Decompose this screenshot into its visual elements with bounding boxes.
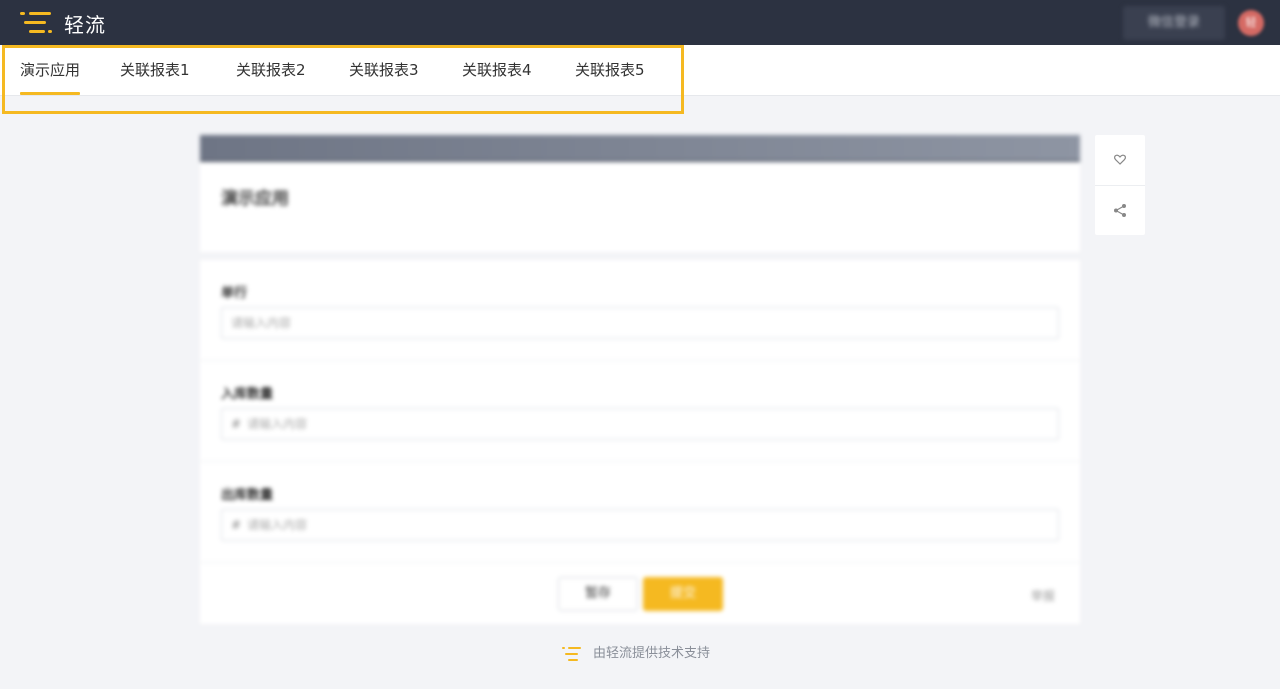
tab-related-report-3[interactable]: 关联报表3 bbox=[349, 45, 419, 95]
form-card: 单行 请输入内容 入库数量 # 请输入内容 出库数量 # 请输入内容 暂存 提交 举… bbox=[200, 260, 1080, 624]
input-placeholder: 请输入内容 bbox=[231, 316, 292, 330]
side-action-panel bbox=[1095, 135, 1145, 235]
input-placeholder: 请输入内容 bbox=[247, 417, 308, 431]
tab-related-report-5[interactable]: 关联报表5 bbox=[575, 45, 645, 95]
favorite-button[interactable] bbox=[1095, 135, 1145, 185]
share-icon bbox=[1114, 204, 1126, 217]
brand-name: 轻流 bbox=[64, 13, 106, 37]
form-actions: 暂存 提交 举报 bbox=[200, 563, 1080, 624]
field-single-line: 单行 请输入内容 bbox=[200, 260, 1080, 361]
number-icon: # bbox=[231, 518, 242, 532]
wechat-login-button[interactable]: 微信登录 bbox=[1123, 6, 1225, 40]
number-icon: # bbox=[231, 417, 242, 431]
single-line-input[interactable]: 请输入内容 bbox=[221, 307, 1059, 339]
form-banner bbox=[200, 135, 1080, 162]
top-bar: 轻流 微信登录 轻 bbox=[0, 0, 1280, 45]
outbound-quantity-input[interactable]: # 请输入内容 bbox=[221, 509, 1059, 541]
heart-icon bbox=[1113, 154, 1127, 165]
form-title: 演示应用 bbox=[221, 189, 289, 209]
field-label: 入库数量 bbox=[221, 387, 274, 402]
avatar[interactable]: 轻 bbox=[1238, 10, 1264, 36]
qingflow-logo-icon[interactable] bbox=[20, 11, 54, 35]
powered-by-text: 由轻流提供技术支持 bbox=[593, 646, 711, 661]
tab-related-report-2[interactable]: 关联报表2 bbox=[236, 45, 306, 95]
submit-button[interactable]: 提交 bbox=[643, 577, 723, 611]
tab-bar: 演示应用 关联报表1 关联报表2 关联报表3 关联报表4 关联报表5 bbox=[0, 45, 1280, 96]
qingflow-logo-icon bbox=[562, 646, 582, 662]
tab-related-report-4[interactable]: 关联报表4 bbox=[462, 45, 532, 95]
tab-demo-app[interactable]: 演示应用 bbox=[20, 45, 81, 95]
save-draft-button[interactable]: 暂存 bbox=[558, 577, 638, 611]
inbound-quantity-input[interactable]: # 请输入内容 bbox=[221, 408, 1059, 440]
field-label: 出库数量 bbox=[221, 488, 274, 503]
form-title-card: 演示应用 bbox=[200, 162, 1080, 252]
field-outbound-quantity: 出库数量 # 请输入内容 bbox=[200, 462, 1080, 563]
input-placeholder: 请输入内容 bbox=[247, 518, 308, 532]
report-link[interactable]: 举报 bbox=[1031, 587, 1055, 604]
field-label: 单行 bbox=[221, 286, 248, 301]
share-button[interactable] bbox=[1095, 185, 1145, 235]
field-inbound-quantity: 入库数量 # 请输入内容 bbox=[200, 361, 1080, 462]
tab-related-report-1[interactable]: 关联报表1 bbox=[120, 45, 190, 95]
